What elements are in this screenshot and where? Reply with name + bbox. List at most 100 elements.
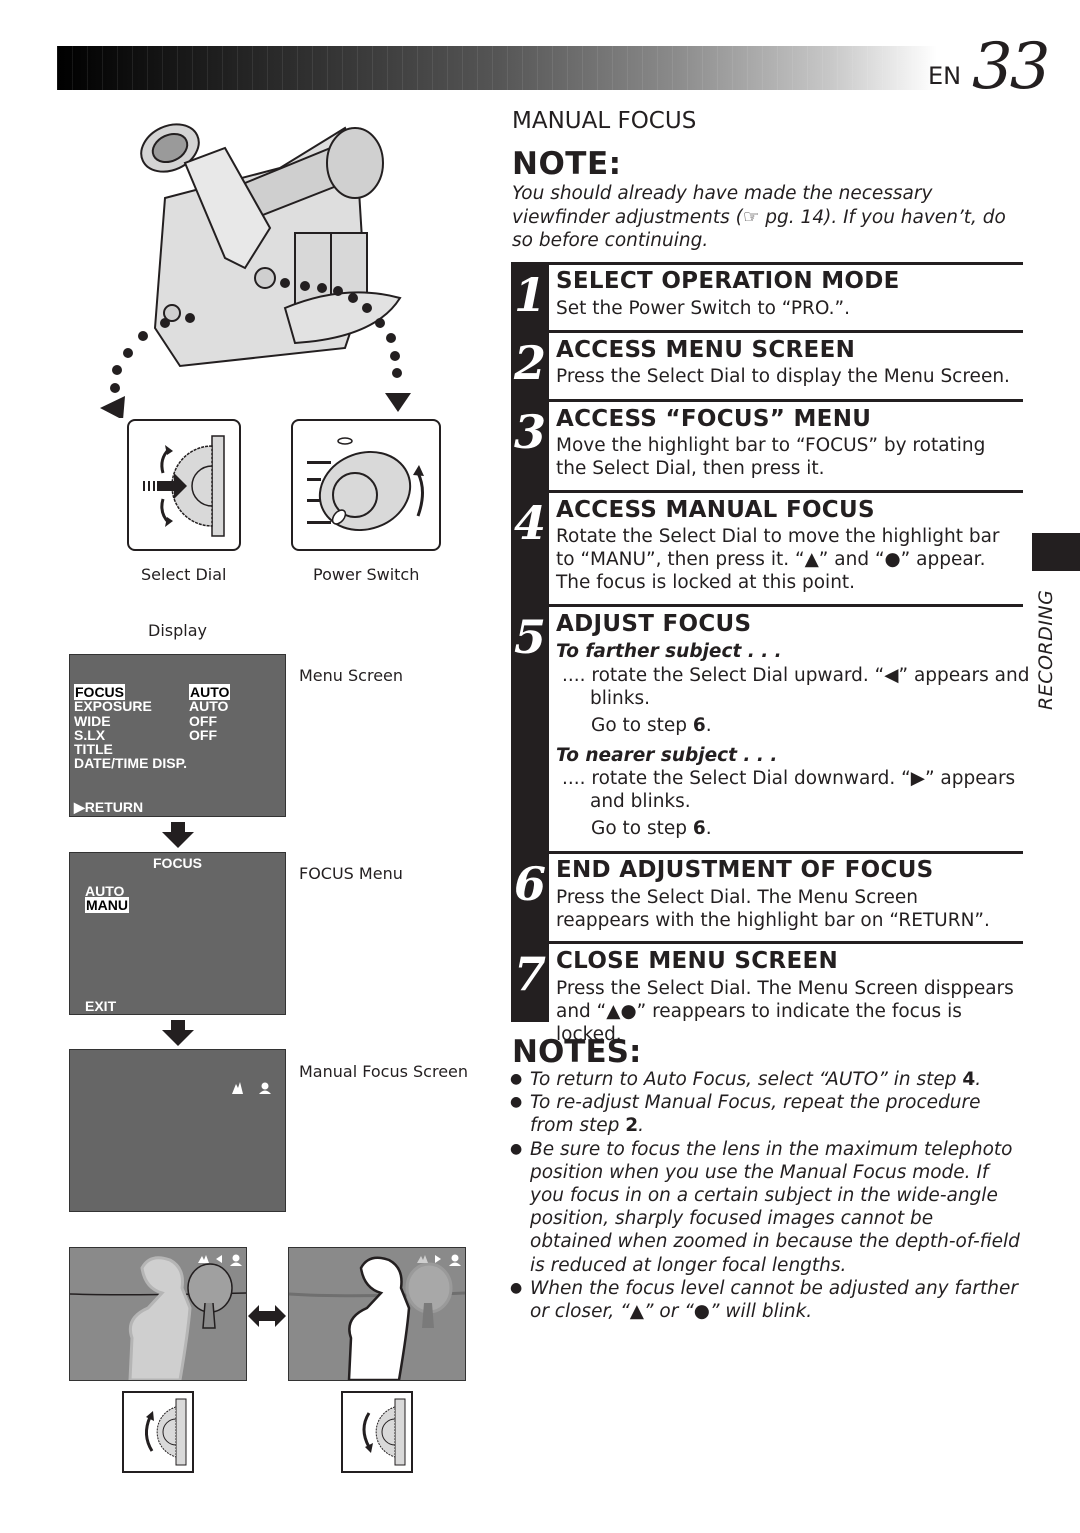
double-arrow-icon [248, 1305, 286, 1327]
note-text: Be sure to focus the lens in the maximum… [530, 1138, 1020, 1276]
select-dial-caption: Select Dial [141, 565, 227, 584]
step-divider [549, 330, 1023, 333]
menu-return: ▶RETURN [74, 799, 144, 815]
nearer-subject-body: .... rotate the Select Dial downward. “▶… [562, 768, 1016, 813]
note-text-end: . [975, 1069, 982, 1090]
note-item: ● To return to Auto Focus, select “AUTO” … [510, 1068, 1020, 1091]
focus-option-manu-highlight: MANU [85, 897, 129, 913]
dial-rotate-up-figure [122, 1391, 194, 1473]
menu-screen-display: FOCUS EXPOSURE WIDE S.LX TITLE DATE/TIME… [69, 654, 286, 817]
note-item: ● When the focus level cannot be adjusted… [510, 1277, 1020, 1323]
menu-value: OFF [189, 712, 217, 729]
power-switch-icon [307, 437, 424, 532]
section-tab-marker [1032, 533, 1080, 571]
goto-text: Go to step [591, 818, 688, 839]
nearer-subject-heading: To nearer subject . . . [556, 745, 778, 766]
step-body: Set the Power Switch to “PRO.”. [556, 298, 850, 319]
focus-menu-caption: FOCUS Menu [299, 864, 403, 883]
note-text: When the focus level cannot be adjusted … [530, 1277, 1018, 1323]
step-title: END ADJUSTMENT OF FOCUS [556, 857, 934, 883]
step-number: 4 [514, 496, 547, 550]
goto-text: Go to step [591, 715, 688, 736]
step-number: 5 [514, 610, 547, 664]
step-divider [549, 399, 1023, 402]
step-divider [549, 262, 1023, 265]
note-step-ref: 4 [962, 1069, 976, 1090]
note-step-ref: 2 [625, 1115, 639, 1137]
step-divider [549, 490, 1023, 493]
step-number: 2 [514, 336, 547, 390]
language-code: EN [928, 62, 962, 90]
manual-focus-caption: Manual Focus Screen [299, 1062, 469, 1081]
step-number: 1 [514, 268, 547, 322]
focus-indicator-icons [232, 1082, 271, 1094]
menu-values: AUTO AUTO OFF OFF [189, 684, 231, 743]
step-divider [549, 851, 1023, 854]
step-number: 7 [514, 947, 547, 1001]
bullet-icon: ● [510, 1071, 523, 1087]
dial-rotate-up-icon [145, 1398, 187, 1466]
manual-focus-display [69, 1049, 286, 1212]
menu-row: WIDE [74, 712, 111, 729]
step-body: Rotate the Select Dial to move the highl… [556, 526, 1000, 594]
menu-items: FOCUS EXPOSURE WIDE S.LX TITLE DATE/TIME… [74, 684, 188, 772]
step-divider [549, 604, 1023, 607]
step-title: ACCESS MANUAL FOCUS [556, 497, 875, 523]
focus-menu-exit: EXIT [85, 998, 117, 1014]
farther-subject-heading: To farther subject . . . [556, 641, 782, 662]
scene-far-focus [69, 1247, 247, 1382]
bullet-icon: ● [510, 1140, 523, 1157]
step-body: Move the highlight bar to “FOCUS” by rot… [556, 435, 986, 480]
note-item: ● Be sure to focus the lens in the maximu… [510, 1138, 1020, 1277]
far-focus-icon [232, 1082, 243, 1094]
display-caption: Display [148, 621, 207, 640]
power-switch-caption: Power Switch [313, 565, 420, 584]
note-text: You should already have made the necessa… [512, 183, 1006, 251]
note-title: NOTE: [512, 146, 622, 182]
menu-row: S.LX [74, 726, 106, 743]
notes-list: ● To return to Auto Focus, select “AUTO” … [510, 1068, 1020, 1323]
down-arrow-icon [162, 1020, 194, 1046]
goto-step-number: 6 [692, 818, 706, 839]
dial-rotate-down-icon [362, 1398, 406, 1466]
select-dial-icon [143, 435, 225, 537]
scene-far-illustration [69, 1254, 247, 1382]
menu-row: DATE/TIME DISP. [74, 755, 188, 772]
farther-goto: Go to step 6. [591, 715, 712, 736]
menu-row: FOCUS [74, 684, 187, 700]
step-number: 3 [514, 405, 547, 459]
menu-value: AUTO [189, 684, 231, 700]
step-body: Press the Select Dial to display the Men… [556, 366, 1010, 387]
down-arrow-icon [162, 822, 194, 848]
bullet-icon: ● [510, 1279, 523, 1296]
dial-rotate-down-figure [341, 1391, 413, 1473]
focus-option-manu: MANU [85, 897, 129, 913]
section-tab-label: RECORDING [1035, 589, 1057, 710]
step-title: ADJUST FOCUS [556, 611, 752, 637]
near-focus-icon [261, 1082, 269, 1090]
power-switch-figure [291, 419, 441, 551]
step-body: Press the Select Dial. The Menu Screen r… [556, 887, 990, 932]
goto-step-number: 6 [692, 715, 706, 736]
menu-row: TITLE [74, 741, 113, 758]
note-text: To return to Auto Focus, select “AUTO” i… [530, 1069, 963, 1090]
note-text-end: . [638, 1115, 645, 1137]
farther-subject-body: .... rotate the Select Dial upward. “◀” … [562, 665, 1030, 710]
page-number: 33 [972, 30, 1050, 104]
menu-value: OFF [189, 726, 217, 743]
focus-menu-title: FOCUS [153, 855, 202, 871]
step-divider [549, 941, 1023, 944]
bullet-icon: ● [510, 1094, 523, 1111]
section-title: MANUAL FOCUS [512, 108, 697, 134]
focus-menu-display: FOCUS AUTO MANU EXIT [69, 852, 286, 1015]
menu-row: EXPOSURE [74, 698, 152, 715]
header-stripes [57, 46, 937, 90]
menu-value: AUTO [189, 698, 229, 715]
step-title: ACCESS MENU SCREEN [556, 337, 856, 363]
step-title: CLOSE MENU SCREEN [556, 948, 839, 974]
select-dial-figure [127, 419, 241, 551]
notes-title: NOTES: [512, 1034, 642, 1070]
note-text: To re-adjust Manual Focus, repeat the pr… [530, 1092, 981, 1137]
scene-near-focus [288, 1247, 466, 1382]
scene-near-illustration [288, 1254, 466, 1382]
